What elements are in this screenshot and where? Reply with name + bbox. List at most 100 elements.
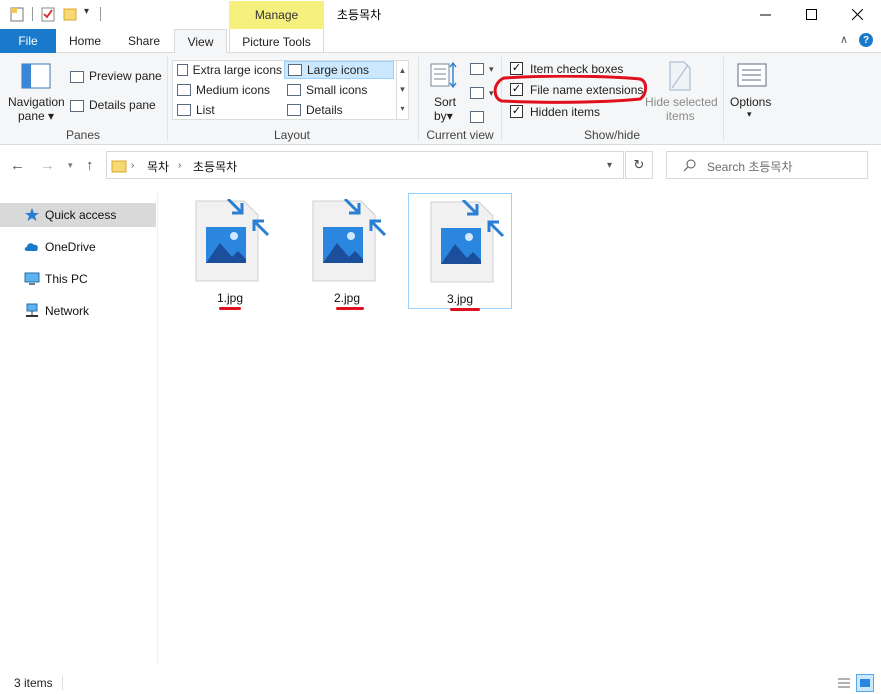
minimize-button[interactable] [742, 0, 788, 28]
tab-file[interactable]: File [0, 29, 56, 53]
sidebar-item-network[interactable]: Network [0, 299, 156, 323]
group-by-button[interactable]: ▾ [470, 61, 494, 75]
file-name: 1.jpg [216, 291, 244, 305]
options-icon [737, 63, 767, 87]
layout-details[interactable]: Details [284, 101, 394, 119]
breadcrumb-item[interactable]: 목차 [147, 158, 169, 175]
refresh-icon: ↻ [633, 157, 645, 172]
breadcrumb-chevron-icon: › [131, 160, 135, 171]
sort-by-button[interactable]: Sort by▾ [426, 59, 462, 123]
ribbon-separator [723, 57, 724, 141]
tab-view[interactable]: View [174, 29, 227, 54]
undo-checklist-icon[interactable] [41, 6, 55, 22]
checkmark-icon: ✓ [511, 62, 522, 74]
help-icon[interactable]: ? [859, 33, 873, 47]
show-hide-group-label: Show/hide [583, 128, 641, 142]
star-icon [25, 208, 39, 221]
tab-home[interactable]: Home [56, 29, 114, 53]
options-dropdown-icon: ▾ [747, 109, 752, 119]
hide-selected-items-button[interactable]: Hide selected items [642, 59, 718, 123]
properties-icon[interactable] [10, 6, 24, 22]
sort-label-2: by▾ [434, 109, 453, 123]
preview-pane-button[interactable]: Preview pane [70, 69, 162, 83]
file-name: 2.jpg [333, 291, 361, 305]
annotation-underline [219, 307, 241, 310]
folder-icon [111, 160, 127, 173]
navigation-pane: Quick access OneDrive This PC Network [0, 190, 158, 664]
hidden-items-label: Hidden items [530, 105, 601, 119]
file-item-selected[interactable]: 3.jpg [408, 193, 512, 309]
item-check-boxes-checkbox[interactable]: ✓ [510, 62, 523, 75]
image-file-icon [195, 199, 270, 282]
ribbon: Navigation pane ▾ Preview pane Details p… [0, 53, 881, 145]
recent-locations-icon[interactable]: ▾ [68, 160, 73, 171]
sidebar-item-this-pc[interactable]: This PC [0, 267, 156, 291]
forward-arrow-icon[interactable]: → [40, 157, 55, 174]
details-pane-label: Details pane [89, 98, 156, 112]
preview-pane-icon [70, 70, 84, 83]
breadcrumb-item[interactable]: 초등목차 [193, 158, 237, 175]
ribbon-separator [418, 57, 419, 141]
size-columns-icon [470, 110, 484, 123]
navigation-pane-button[interactable]: Navigation pane ▾ [6, 61, 66, 125]
large-icons-view-icon[interactable] [856, 674, 874, 692]
refresh-button[interactable]: ↻ [625, 151, 653, 179]
sidebar-item-onedrive[interactable]: OneDrive [0, 235, 156, 259]
layout-list[interactable]: List [174, 101, 282, 119]
hidden-items-checkbox[interactable]: ✓ [510, 105, 523, 118]
file-item[interactable]: 1.jpg [178, 193, 282, 309]
cloud-icon [24, 243, 38, 251]
maximize-icon [805, 8, 817, 20]
customize-qa-icon[interactable]: ▾ [84, 6, 89, 17]
tab-picture-tools[interactable]: Picture Tools [229, 29, 324, 54]
hide-selected-icon [669, 61, 691, 91]
window-title: 초등목차 [337, 8, 382, 22]
title-bar: ▾ Manage 초등목차 [0, 0, 881, 29]
sort-icon [430, 61, 457, 89]
group-by-icon [470, 62, 484, 75]
new-folder-icon[interactable] [63, 6, 77, 22]
list-icon [177, 104, 191, 116]
status-bar: 3 items [0, 672, 881, 694]
sidebar-item-quick-access[interactable]: Quick access [0, 203, 156, 227]
annotation-underline [336, 307, 364, 310]
size-columns-button[interactable] [470, 109, 489, 123]
computer-icon [24, 272, 40, 285]
close-icon [851, 8, 863, 20]
layout-gallery-scroll[interactable]: ▲ ▼ ▾ [396, 61, 408, 119]
layout-small-icons[interactable]: Small icons [284, 81, 394, 99]
details-pane-button[interactable]: Details pane [70, 98, 156, 112]
search-input[interactable]: Search 초등목차 [666, 151, 868, 179]
layout-medium-icons[interactable]: Medium icons [174, 81, 282, 99]
hide-selected-label: Hide selected [645, 95, 718, 109]
ribbon-minimize-icon[interactable]: ∧ [840, 33, 848, 46]
qa-separator [32, 7, 33, 21]
details-icon [287, 104, 301, 116]
large-icons-icon [288, 64, 302, 76]
minimize-icon [759, 14, 771, 15]
sort-label: Sort [434, 95, 457, 109]
address-dropdown-icon[interactable]: ▾ [607, 160, 612, 171]
address-bar[interactable]: › 목차 › 초등목차 ▾ [106, 151, 624, 179]
details-pane-icon [70, 99, 84, 112]
medium-icons-icon [177, 84, 191, 96]
close-button[interactable] [834, 0, 880, 28]
search-placeholder: Search 초등목차 [707, 160, 793, 174]
layout-large-icons[interactable]: Large icons [284, 61, 394, 79]
status-item-count: 3 items [14, 676, 53, 690]
preview-pane-label: Preview pane [89, 69, 162, 83]
navigation-pane-label-2: pane ▾ [18, 109, 55, 123]
layout-extra-large-icons[interactable]: Extra large icons [174, 61, 282, 79]
maximize-button[interactable] [788, 0, 834, 28]
options-label: Options [730, 95, 772, 109]
manage-tab[interactable]: Manage [229, 1, 324, 29]
back-arrow-icon[interactable]: ← [10, 157, 25, 174]
options-button[interactable]: Options ▾ [728, 59, 776, 123]
current-view-group-label: Current view [426, 128, 494, 142]
image-file-icon [430, 200, 505, 283]
extra-large-icons-icon [177, 64, 188, 76]
tab-share[interactable]: Share [114, 29, 174, 53]
details-view-icon[interactable] [836, 675, 852, 691]
up-arrow-icon[interactable]: ↑ [86, 157, 94, 174]
file-item[interactable]: 2.jpg [295, 193, 399, 309]
